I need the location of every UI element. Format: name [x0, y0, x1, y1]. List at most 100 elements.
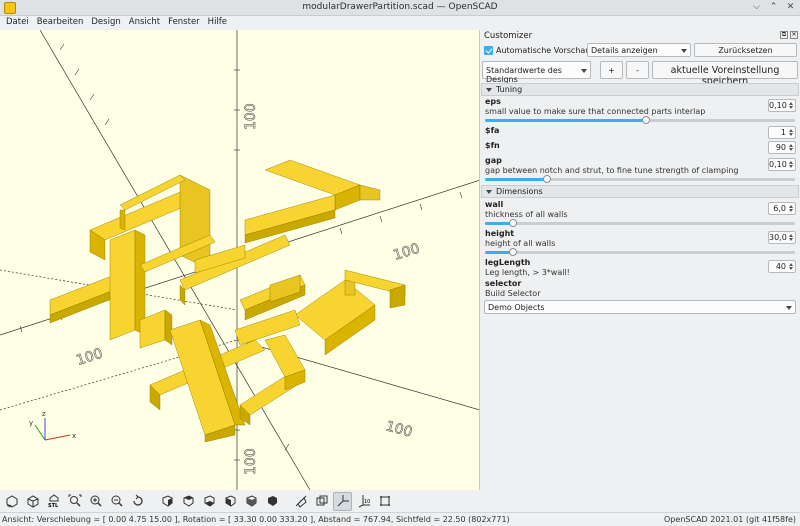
arrow-up-icon[interactable] — [789, 161, 793, 164]
save-preset-button[interactable]: aktuelle Voreinstellung speichern — [652, 61, 798, 87]
height-slider[interactable] — [485, 248, 795, 256]
gap-slider[interactable] — [485, 175, 795, 183]
eps-spinbox[interactable]: 0,10 — [768, 99, 796, 112]
reset-view-button[interactable] — [128, 492, 147, 511]
zoom-out-icon — [111, 495, 123, 507]
menu-hilfe[interactable]: Hilfe — [204, 16, 231, 30]
render-icon — [27, 495, 38, 508]
chevron-down-icon — [486, 190, 492, 194]
details-select-value: Details anzeigen — [591, 46, 658, 55]
axis-indicator-y-label: y — [29, 419, 33, 427]
arrow-down-icon[interactable] — [789, 238, 793, 241]
center-view-button[interactable] — [312, 492, 331, 511]
menu-bearbeiten[interactable]: Bearbeiten — [33, 16, 88, 30]
arrow-down-icon[interactable] — [789, 209, 793, 212]
zoom-out-button[interactable] — [107, 492, 126, 511]
arrow-down-icon[interactable] — [789, 106, 793, 109]
slider-handle[interactable] — [508, 219, 517, 227]
menu-datei[interactable]: Datei — [2, 16, 33, 30]
selector-select-value: Demo Objects — [488, 303, 545, 312]
view-all-button[interactable] — [65, 492, 84, 511]
selector-select[interactable]: Demo Objects — [484, 300, 796, 314]
spinbox-value: 40 — [775, 262, 786, 271]
menu-ansicht[interactable]: Ansicht — [125, 16, 164, 30]
show-axes-button[interactable]: 10 — [354, 492, 373, 511]
spinbox-value: 1 — [780, 128, 786, 137]
view-left-button[interactable] — [220, 492, 239, 511]
view-bottom-button[interactable] — [199, 492, 218, 511]
remove-preset-button[interactable]: - — [626, 61, 649, 79]
preset-select-value: Standardwerte des Designs — [486, 66, 562, 84]
float-panel-icon[interactable]: ⧉ — [780, 31, 788, 39]
diagonal-view-icon — [295, 495, 307, 508]
group-dimensions-header[interactable]: Dimensions — [481, 185, 799, 198]
wall-slider[interactable] — [485, 219, 795, 227]
param-name: $fn — [485, 141, 500, 150]
view-front-button[interactable] — [241, 492, 260, 511]
gap-spinbox[interactable]: 0,10 — [768, 158, 796, 171]
group-tuning-header[interactable]: Tuning — [481, 83, 799, 96]
zoom-in-button[interactable] — [86, 492, 105, 511]
wall-spinbox[interactable]: 6,0 — [768, 202, 796, 215]
menu-design[interactable]: Design — [87, 16, 124, 30]
reset-view-icon — [132, 494, 143, 506]
arrow-up-icon[interactable] — [789, 205, 793, 208]
menu-fenster[interactable]: Fenster — [164, 16, 204, 30]
reset-button[interactable]: Zurücksetzen — [694, 43, 797, 57]
svg-text:STL: STL — [48, 503, 59, 508]
view-bottom-icon — [204, 495, 214, 507]
param-fa: $fa 1 — [481, 126, 800, 140]
view-top-button[interactable] — [178, 492, 197, 511]
add-preset-button[interactable]: + — [600, 61, 623, 79]
axis-indicator-x-label: x — [72, 432, 76, 440]
perspective-icon — [337, 495, 349, 507]
show-edges-button[interactable] — [375, 492, 394, 511]
slider-handle[interactable] — [642, 116, 651, 124]
arrow-up-icon[interactable] — [789, 263, 793, 266]
group-tuning-label: Tuning — [496, 85, 523, 94]
arrow-up-icon[interactable] — [789, 129, 793, 132]
arrow-up-icon[interactable] — [789, 102, 793, 105]
view-back-button[interactable] — [262, 492, 281, 511]
minimize-icon[interactable]: ⌵ — [751, 2, 762, 13]
export-stl-icon: STL — [48, 494, 59, 508]
param-selector: selector Build Selector Demo Objects — [481, 279, 800, 315]
fn-spinbox[interactable]: 90 — [768, 141, 796, 154]
3d-viewport[interactable]: 100 100 100 100 100 x y z — [0, 30, 480, 490]
arrow-down-icon[interactable] — [789, 148, 793, 151]
param-description: small value to make sure that connected … — [485, 107, 706, 116]
export-stl-button[interactable]: STL — [44, 492, 63, 511]
slider-handle[interactable] — [543, 175, 551, 183]
leglength-spinbox[interactable]: 40 — [768, 260, 796, 273]
fa-spinbox[interactable]: 1 — [768, 126, 796, 139]
render-button[interactable] — [23, 492, 42, 511]
eps-slider[interactable] — [485, 116, 795, 124]
param-description: Build Selector — [485, 289, 541, 298]
arrow-down-icon[interactable] — [789, 267, 793, 270]
maximize-icon[interactable]: ⌃ — [768, 2, 779, 13]
arrow-down-icon[interactable] — [789, 133, 793, 136]
arrow-down-icon[interactable] — [789, 165, 793, 168]
height-spinbox[interactable]: 30,0 — [768, 231, 796, 244]
arrow-up-icon[interactable] — [789, 144, 793, 147]
preview-button[interactable] — [2, 492, 21, 511]
preset-select[interactable]: Standardwerte des Designs — [482, 61, 591, 84]
version-text: OpenSCAD 2021.01 (git 41f58fe) — [664, 515, 796, 524]
param-wall: wall thickness of all walls 6,0 — [481, 200, 800, 228]
param-description: gap between notch and strut, to fine tun… — [485, 166, 739, 175]
svg-text:100: 100 — [243, 448, 259, 475]
details-select[interactable]: Details anzeigen — [587, 43, 691, 57]
statusbar: Ansicht: Verschiebung = [ 0.00 4.75 15.0… — [0, 512, 800, 526]
slider-handle[interactable] — [508, 248, 517, 256]
view-all-icon — [68, 494, 81, 507]
view-left-icon — [225, 495, 235, 507]
perspective-button[interactable] — [333, 491, 352, 511]
close-icon[interactable]: ✕ — [785, 2, 796, 13]
view-front-icon — [246, 495, 256, 507]
close-panel-icon[interactable]: ✕ — [790, 31, 798, 39]
param-description: thickness of all walls — [485, 210, 568, 219]
diagonal-view-button[interactable] — [291, 492, 310, 511]
arrow-up-icon[interactable] — [789, 234, 793, 237]
auto-preview-checkbox[interactable] — [484, 46, 493, 55]
view-right-button[interactable] — [157, 492, 176, 511]
